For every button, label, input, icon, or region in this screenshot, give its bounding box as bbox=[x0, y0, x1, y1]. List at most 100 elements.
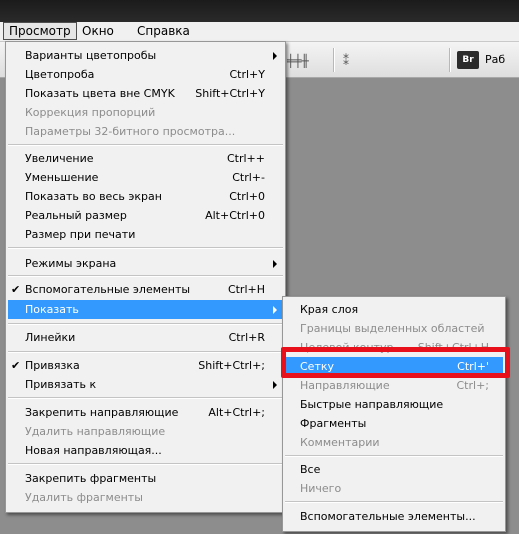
menu-item-label: Режимы экрана bbox=[25, 257, 117, 270]
window-title-bar bbox=[0, 0, 519, 22]
menu-item-label: Все bbox=[300, 463, 321, 476]
workspace-switcher[interactable]: Раб bbox=[485, 53, 505, 66]
submenu-item-smart-guides[interactable]: Быстрые направляющие bbox=[285, 395, 503, 414]
toolbar-divider bbox=[449, 48, 451, 72]
menu-item-label: Вспомогательные элементы... bbox=[300, 510, 476, 523]
menu-separator bbox=[285, 455, 503, 457]
menu-item-shortcut: Shift+Ctrl+; bbox=[198, 359, 265, 372]
submenu-arrow-icon bbox=[273, 381, 277, 389]
menu-item-label: Быстрые направляющие bbox=[300, 398, 444, 411]
menu-item-label: Закрепить фрагменты bbox=[25, 472, 157, 485]
submenu-item-slices[interactable]: Фрагменты bbox=[285, 414, 503, 433]
menu-item-actual-pixels[interactable]: Реальный размер Alt+Ctrl+0 bbox=[8, 206, 283, 225]
menu-item-label: Показать bbox=[25, 303, 79, 316]
menu-separator bbox=[8, 247, 283, 249]
menu-item-shortcut: Alt+Ctrl+0 bbox=[205, 209, 265, 222]
menu-item-shortcut: Ctrl+R bbox=[228, 331, 265, 344]
menu-item-label: Удалить направляющие bbox=[25, 425, 166, 438]
menu-item-shortcut: Shift+Ctrl+Y bbox=[195, 87, 265, 100]
menu-item-label: Границы выделенных областей bbox=[300, 322, 485, 335]
menu-item-shortcut: Ctrl+H bbox=[227, 283, 265, 296]
menu-item-shortcut: Ctrl+; bbox=[456, 379, 490, 392]
submenu-arrow-icon bbox=[273, 260, 277, 268]
menu-separator bbox=[8, 463, 283, 465]
menu-item-32bit-preview[interactable]: Параметры 32-битного просмотра... bbox=[8, 122, 283, 141]
menu-item-label: Параметры 32-битного просмотра... bbox=[25, 125, 236, 138]
distribute-icon[interactable]: ⁑ bbox=[343, 54, 349, 68]
submenu-item-guides[interactable]: Направляющие Ctrl+; bbox=[285, 376, 503, 395]
menu-item-label: Увеличение bbox=[25, 152, 94, 165]
menu-separator bbox=[8, 323, 283, 325]
menu-item-gamut-warning[interactable]: Показать цвета вне CMYK Shift+Ctrl+Y bbox=[8, 84, 283, 103]
view-menu: Варианты цветопробы Цветопроба Ctrl+Y По… bbox=[5, 41, 286, 513]
menu-item-clear-slices[interactable]: Удалить фрагменты bbox=[8, 488, 283, 507]
menu-separator bbox=[8, 397, 283, 399]
menu-item-shortcut: Ctrl+0 bbox=[229, 190, 265, 203]
menu-item-snap[interactable]: ✔ Привязка Shift+Ctrl+; bbox=[8, 356, 283, 375]
menu-item-snap-to[interactable]: Привязать к bbox=[8, 375, 283, 394]
menu-item-zoom-in[interactable]: Увеличение Ctrl++ bbox=[8, 149, 283, 168]
menu-item-label: Цветопроба bbox=[25, 68, 95, 81]
submenu-arrow-icon bbox=[273, 306, 277, 314]
menu-item-label: Показать цвета вне CMYK bbox=[25, 87, 175, 100]
menu-item-shortcut: Ctrl+- bbox=[232, 171, 265, 184]
show-submenu: Края слоя Границы выделенных областей Це… bbox=[282, 296, 506, 532]
menu-item-label: Варианты цветопробы bbox=[25, 49, 157, 62]
menu-item-label: Уменьшение bbox=[25, 171, 99, 184]
checkmark-icon: ✔ bbox=[11, 283, 21, 296]
menu-item-shortcut: Alt+Ctrl+; bbox=[208, 406, 265, 419]
menu-item-label: Ничего bbox=[300, 482, 342, 495]
menu-separator bbox=[8, 275, 283, 277]
menu-item-proof-setup[interactable]: Варианты цветопробы bbox=[8, 46, 283, 65]
menu-item-label: Показать во весь экран bbox=[25, 190, 162, 203]
menu-item-label: Направляющие bbox=[300, 379, 390, 392]
submenu-item-show-extras-options[interactable]: Вспомогательные элементы... bbox=[285, 507, 503, 526]
menu-item-label: Удалить фрагменты bbox=[25, 491, 143, 504]
submenu-item-layer-edges[interactable]: Края слоя bbox=[285, 300, 503, 319]
menu-item-screen-mode[interactable]: Режимы экрана bbox=[8, 254, 283, 273]
menu-bar: Просмотр Окно Справка bbox=[0, 22, 519, 42]
toolbar-divider bbox=[333, 48, 335, 72]
menu-item-extras[interactable]: ✔ Вспомогательные элементы Ctrl+H bbox=[8, 280, 283, 299]
menu-item-lock-slices[interactable]: Закрепить фрагменты bbox=[8, 469, 283, 488]
menu-item-label: Края слоя bbox=[300, 303, 359, 316]
menu-item-label: Линейки bbox=[25, 331, 76, 344]
menu-item-label: Реальный размер bbox=[25, 209, 127, 222]
submenu-item-all[interactable]: Все bbox=[285, 460, 503, 479]
menu-separator bbox=[8, 351, 283, 353]
menu-item-clear-guides[interactable]: Удалить направляющие bbox=[8, 422, 283, 441]
menu-item-label: Закрепить направляющие bbox=[25, 406, 179, 419]
menu-item-label: Фрагменты bbox=[300, 417, 367, 430]
menu-item-fit-screen[interactable]: Показать во весь экран Ctrl+0 bbox=[8, 187, 283, 206]
menu-help[interactable]: Справка bbox=[132, 23, 195, 39]
bridge-icon[interactable]: Br bbox=[457, 51, 479, 69]
menu-item-lock-guides[interactable]: Закрепить направляющие Alt+Ctrl+; bbox=[8, 403, 283, 422]
menu-item-pixel-aspect[interactable]: Коррекция пропорций bbox=[8, 103, 283, 122]
menu-item-print-size[interactable]: Размер при печати bbox=[8, 225, 283, 244]
submenu-item-none[interactable]: Ничего bbox=[285, 479, 503, 498]
menu-item-zoom-out[interactable]: Уменьшение Ctrl+- bbox=[8, 168, 283, 187]
menu-item-label: Новая направляющая... bbox=[25, 444, 162, 457]
menu-item-label: Комментарии bbox=[300, 436, 380, 449]
menu-item-rulers[interactable]: Линейки Ctrl+R bbox=[8, 328, 283, 347]
menu-item-label: Размер при печати bbox=[25, 228, 136, 241]
submenu-item-selection-edges[interactable]: Границы выделенных областей bbox=[285, 319, 503, 338]
menu-item-label: Привязка bbox=[25, 359, 80, 372]
menu-item-new-guide[interactable]: Новая направляющая... bbox=[8, 441, 283, 460]
menu-item-proof-colors[interactable]: Цветопроба Ctrl+Y bbox=[8, 65, 283, 84]
checkmark-icon: ✔ bbox=[11, 359, 21, 372]
menu-item-shortcut: Ctrl++ bbox=[226, 152, 265, 165]
menu-item-shortcut: Ctrl+Y bbox=[229, 68, 265, 81]
align-icons[interactable]: ╪╪╫ bbox=[287, 54, 309, 68]
menu-item-label: Вспомогательные элементы bbox=[25, 283, 191, 296]
menu-item-label: Коррекция пропорций bbox=[25, 106, 156, 119]
menu-separator bbox=[8, 144, 283, 146]
menu-view[interactable]: Просмотр bbox=[3, 22, 77, 40]
menu-separator bbox=[285, 501, 503, 503]
submenu-arrow-icon bbox=[273, 52, 277, 60]
menu-window[interactable]: Окно bbox=[77, 23, 119, 39]
submenu-item-notes[interactable]: Комментарии bbox=[285, 433, 503, 452]
highlight-callout-box bbox=[281, 347, 510, 378]
menu-item-label: Привязать к bbox=[25, 378, 97, 391]
menu-item-show[interactable]: Показать bbox=[8, 300, 283, 319]
